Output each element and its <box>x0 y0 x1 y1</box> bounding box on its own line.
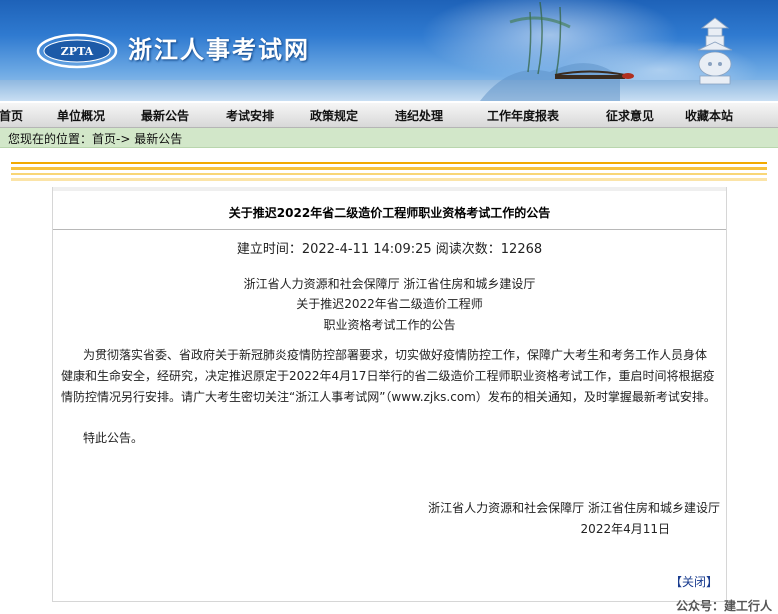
panel-top-border <box>53 187 726 191</box>
divider-stripe <box>11 167 767 170</box>
nav-latest-notices[interactable]: 最新公告 <box>141 107 189 124</box>
divider-stripe <box>11 162 767 164</box>
watermark: 公众号：建工行人 <box>676 599 773 613</box>
breadcrumb: 您现在的位置：首页-> 最新公告 <box>0 128 778 148</box>
nav-bookmark[interactable]: 收藏本站 <box>685 107 733 124</box>
logo-text: ZPTA <box>61 45 94 58</box>
nav-violations[interactable]: 违纪处理 <box>395 107 443 124</box>
article-date: 2022年4月11日 <box>580 522 670 536</box>
article-title: 关于推迟2022年省二级造价工程师职业资格考试工作的公告 <box>228 206 551 220</box>
close-link[interactable]: 【关闭】 <box>670 573 718 590</box>
article-body: 为贯彻落实省委、省政府关于新冠肺炎疫情防控部署要求，切实做好疫情防控工作，保障广… <box>61 348 716 404</box>
notice-heading-line: 关于推迟2022年省二级造价工程师 <box>296 297 483 311</box>
site-title: 浙江人事考试网 <box>128 35 310 64</box>
article-panel: 关于推迟2022年省二级造价工程师职业资格考试工作的公告 建立时间：2022-4… <box>52 187 727 602</box>
article-signature: 浙江省人力资源和社会保障厅 浙江省住房和城乡建设厅 <box>428 501 720 515</box>
notice-heading-line: 职业资格考试工作的公告 <box>323 318 456 332</box>
nav-unit-overview[interactable]: 单位概况 <box>57 107 105 124</box>
nav-exam-schedule[interactable]: 考试安排 <box>226 107 274 124</box>
issuer-line: 浙江省人力资源和社会保障厅 浙江省住房和城乡建设厅 <box>243 277 536 291</box>
main-nav: 首页 单位概况 最新公告 考试安排 政策规定 违纪处理 工作年度报表 征求意见 … <box>0 103 778 128</box>
article-closing: 特此公告。 <box>83 431 144 445</box>
divider-stripe <box>11 178 767 181</box>
nav-home[interactable]: 首页 <box>0 107 23 124</box>
breadcrumb-text: 您现在的位置：首页-> 最新公告 <box>8 132 183 146</box>
west-lake-scenery-image <box>480 2 733 101</box>
article-meta: 建立时间：2022-4-11 14:09:25 阅读次数：12268 <box>236 242 543 257</box>
zpta-logo[interactable]: ZPTA <box>36 33 118 69</box>
nav-policy[interactable]: 政策规定 <box>310 107 358 124</box>
nav-annual-report[interactable]: 工作年度报表 <box>487 107 559 124</box>
site-banner: ZPTA 浙江人事考试网 <box>0 0 778 101</box>
divider-stripe <box>11 173 767 175</box>
title-divider <box>53 229 726 230</box>
nav-feedback[interactable]: 征求意见 <box>606 107 654 124</box>
